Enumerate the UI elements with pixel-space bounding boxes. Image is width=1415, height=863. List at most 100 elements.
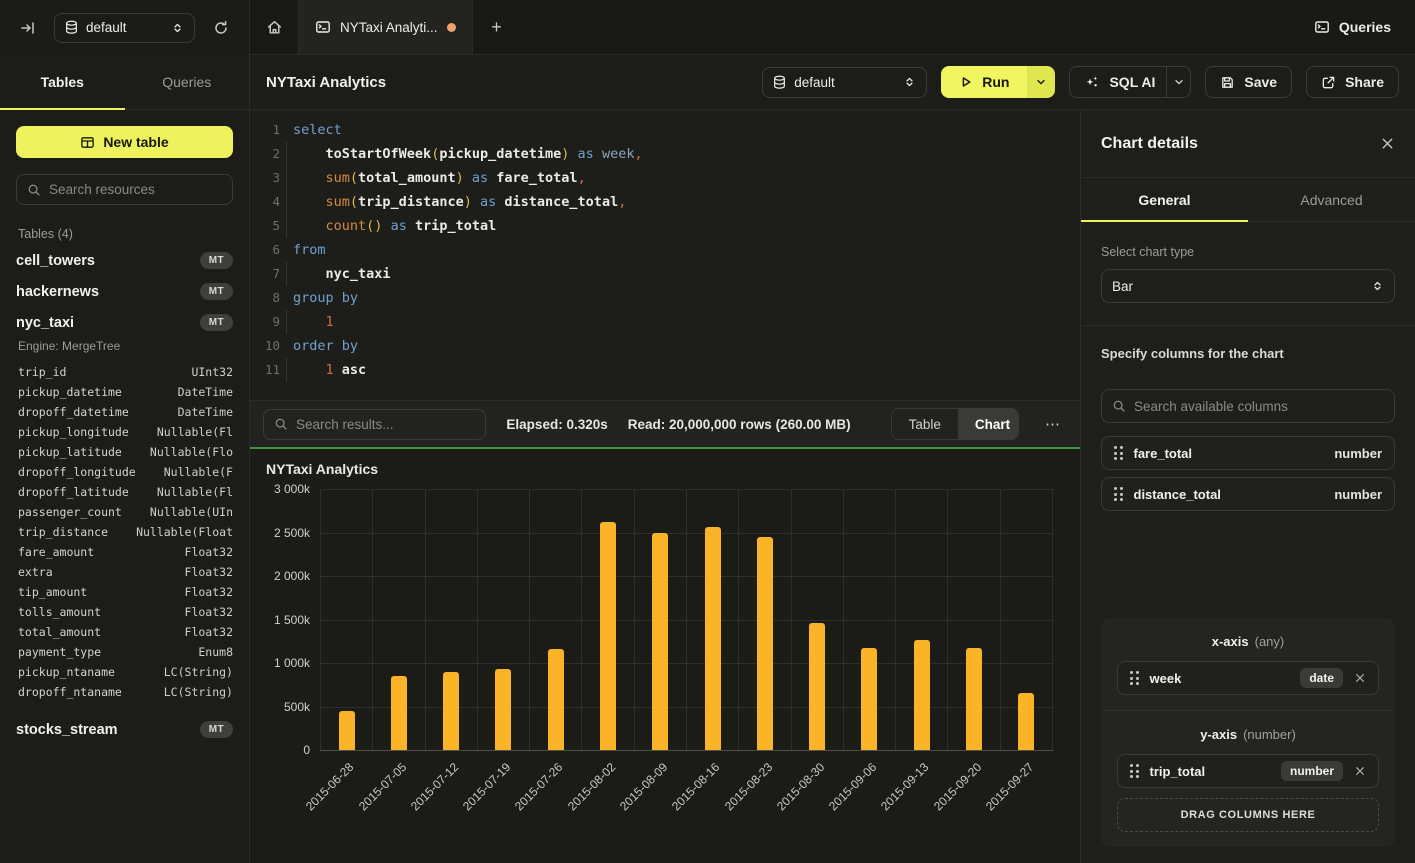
bar[interactable] (1018, 693, 1034, 750)
table-list-item[interactable]: nyc_taxiMT (16, 307, 233, 338)
table-list-item[interactable]: hackernewsMT (16, 276, 233, 307)
y-axis-section: y-axis(number)trip_totalnumberDRAG COLUM… (1101, 710, 1395, 847)
token (293, 146, 326, 162)
table-name: nyc_taxi (16, 315, 74, 331)
dot (1136, 671, 1139, 674)
view-toggle-chart[interactable]: Chart (958, 409, 1019, 439)
table-column-row: extraFloat32 (16, 562, 233, 582)
main-area: NYTaxi Analyti... + Queries NYTaxi Analy… (250, 0, 1415, 863)
database-icon (773, 75, 786, 90)
run-options-button[interactable] (1027, 66, 1055, 98)
database-selector[interactable]: default (54, 13, 195, 43)
bar[interactable] (914, 640, 930, 750)
chart-panel: NYTaxi Analytics 3 000k2 500k2 000k1 500… (250, 449, 1080, 863)
axis-column-chip[interactable]: weekdate (1117, 661, 1379, 695)
bar[interactable] (600, 522, 616, 750)
bar[interactable] (652, 533, 668, 750)
sidebar-search-input[interactable] (49, 182, 226, 197)
chart-details-body: Select chart type Bar Specify columns fo… (1081, 222, 1415, 863)
share-button[interactable]: Share (1306, 66, 1399, 98)
results-search-input[interactable] (296, 417, 475, 432)
tab-general[interactable]: General (1081, 178, 1248, 221)
dot (1130, 677, 1133, 680)
sql-editor[interactable]: 1select2 toStartOfWeek(pickup_datetime) … (250, 110, 1080, 400)
table-list-item[interactable]: cell_towersMT (16, 245, 233, 276)
sidebar-tab-queries-label: Queries (162, 74, 211, 90)
view-toggle-table[interactable]: Table (892, 409, 958, 439)
chart-type-selector[interactable]: Bar (1101, 269, 1395, 303)
run-button-group: Run (941, 66, 1055, 98)
axis-chip-type-badge: date (1300, 668, 1343, 688)
sql-ai-options-button[interactable] (1166, 66, 1190, 98)
columns-search[interactable] (1101, 389, 1395, 423)
results-search[interactable] (263, 409, 486, 440)
bar[interactable] (495, 669, 511, 750)
columns-search-input[interactable] (1134, 399, 1384, 414)
bar[interactable] (809, 623, 825, 750)
chart-category: 2015-08-09 (634, 489, 686, 750)
sidebar-tab-queries[interactable]: Queries (125, 55, 250, 109)
code-line: 5 count() as trip_total (250, 214, 1080, 238)
more-options-icon[interactable]: ⋯ (1039, 411, 1067, 437)
drag-handle-icon[interactable] (1130, 671, 1139, 685)
available-column-chip[interactable]: distance_totalnumber (1101, 477, 1395, 511)
tab-advanced[interactable]: Advanced (1248, 178, 1415, 221)
x-axis-tick-label: 2015-09-27 (983, 760, 1036, 813)
axis-column-chip[interactable]: trip_totalnumber (1117, 754, 1379, 788)
app-root: default Tables Queries New table (0, 0, 1415, 863)
refresh-icon[interactable] (207, 14, 235, 42)
column-chip-type: number (1334, 446, 1382, 461)
y-axis-tick-label: 0 (303, 743, 310, 757)
run-database-selector[interactable]: default (762, 67, 927, 98)
tab-nytaxi-analytics[interactable]: NYTaxi Analyti... (298, 0, 473, 54)
dot (1120, 487, 1123, 490)
collapse-sidebar-icon[interactable] (14, 14, 42, 42)
column-type: Nullable(Float (136, 525, 233, 539)
drag-columns-drop-zone[interactable]: DRAG COLUMNS HERE (1117, 798, 1379, 832)
line-number: 6 (250, 238, 280, 262)
bar[interactable] (339, 711, 355, 750)
code-text: toStartOfWeek(pickup_datetime) as week, (280, 142, 643, 166)
code-line: 10order by (250, 334, 1080, 358)
chart-category: 2015-08-16 (686, 489, 738, 750)
sidebar-search[interactable] (16, 174, 233, 205)
bar[interactable] (391, 676, 407, 750)
column-name: dropoff_ntaname (18, 685, 122, 699)
line-number: 1 (250, 118, 280, 142)
bar[interactable] (757, 537, 773, 750)
sidebar-tab-tables-label: Tables (41, 74, 84, 90)
remove-icon[interactable] (1354, 765, 1366, 777)
remove-icon[interactable] (1354, 672, 1366, 684)
new-tab-button[interactable]: + (473, 0, 521, 54)
home-button[interactable] (250, 0, 298, 54)
token: ) (456, 170, 464, 186)
code-text: count() as trip_total (280, 214, 496, 238)
save-button[interactable]: Save (1205, 66, 1292, 98)
y-axis-tick-label: 1 500k (274, 613, 310, 627)
drag-handle-icon[interactable] (1114, 446, 1123, 460)
sidebar-tab-tables[interactable]: Tables (0, 55, 125, 109)
bar[interactable] (966, 648, 982, 750)
sql-ai-button[interactable]: SQL AI (1069, 66, 1191, 98)
line-number: 3 (250, 166, 280, 190)
bar[interactable] (861, 648, 877, 750)
table-column-row: fare_amountFloat32 (16, 542, 233, 562)
drag-handle-icon[interactable] (1114, 487, 1123, 501)
token (293, 362, 326, 378)
available-column-chip[interactable]: fare_totalnumber (1101, 436, 1395, 470)
queries-button[interactable]: Queries (1290, 0, 1415, 54)
query-title: NYTaxi Analytics (266, 74, 386, 91)
new-table-button[interactable]: New table (16, 126, 233, 158)
bar[interactable] (548, 649, 564, 750)
drag-handle-icon[interactable] (1130, 764, 1139, 778)
token (293, 314, 326, 330)
close-icon[interactable] (1380, 136, 1395, 151)
queries-button-label: Queries (1339, 19, 1391, 35)
sidebar-top-bar: default (0, 0, 249, 55)
run-button[interactable]: Run (941, 66, 1027, 98)
bar[interactable] (705, 527, 721, 750)
token (382, 218, 390, 234)
code-line: 6from (250, 238, 1080, 262)
table-list-item[interactable]: stocks_streamMT (16, 714, 233, 745)
bar[interactable] (443, 672, 459, 750)
